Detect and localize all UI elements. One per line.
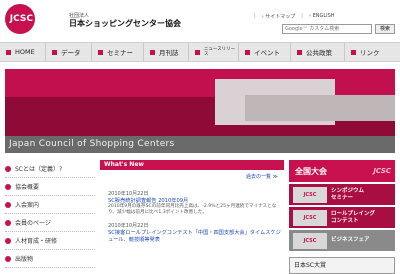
news-date: 2010年10月22日 — [108, 223, 149, 229]
english-link[interactable]: › ENGLISH — [309, 13, 335, 20]
sidebar: SCとは（定義）? 協会概要 入会案内 会員のページ 人材育成・研修 出版物 — [5, 160, 95, 268]
news-title-link[interactable]: SC販売統計調査報告 2010年09月 — [108, 197, 284, 204]
banner-mini-mark: JCSC — [293, 232, 327, 249]
banner-mini-mark: JCSC — [293, 186, 327, 203]
nav-link[interactable]: リンク — [345, 43, 400, 61]
banner-symposium[interactable]: JCSC シンポジウム セミナー — [289, 184, 395, 205]
header: JCSC 社団法人 日本ショッピングセンター協会 | › サイトマップ | › … — [0, 0, 400, 38]
search-button[interactable]: 検索 — [375, 24, 395, 34]
square-icon — [195, 49, 200, 55]
nav-data[interactable]: データ — [46, 43, 92, 61]
sidebar-item-publications[interactable]: 出版物 — [5, 250, 95, 268]
news-item: 2010年10月22日 SC接客ロールプレイングコンテスト「中国・四国支部大会」… — [108, 222, 284, 243]
sitemap-label: サイトマップ — [265, 14, 296, 20]
logo-text: JCSC — [9, 14, 33, 24]
divider: | — [254, 13, 256, 19]
arrow-icon — [5, 201, 11, 208]
nav-label: 月刊誌 — [159, 49, 179, 57]
sc-award-banner[interactable]: 日本SC大賞 — [289, 257, 395, 274]
news-archive-link[interactable]: 過去の一覧 ≫ — [246, 173, 278, 180]
sidebar-label: 入会案内 — [15, 202, 40, 209]
sitemap-link[interactable]: › サイトマップ — [262, 13, 296, 20]
nav-news-release[interactable]: ニュースリリース — [189, 43, 239, 61]
square-icon — [351, 49, 356, 55]
arrow-icon: › — [308, 13, 311, 19]
banner-label: 全国大会 — [295, 166, 327, 176]
arrow-icon — [5, 219, 11, 226]
sidebar-label: 会員のページ — [15, 220, 51, 227]
english-label: ENGLISH — [312, 13, 335, 19]
banner-label: ビジネスフェア — [331, 237, 370, 243]
right-banners: 全国大会 JCSC JCSC シンポジウム セミナー JCSC ロールプレイングコ… — [289, 160, 395, 274]
hero-image-block — [245, 95, 395, 121]
news-item: 2010年10月22日 SC販売統計調査報告 2010年09月 2010年9月の… — [108, 190, 284, 216]
search-input[interactable]: Google™ カスタム検索 — [282, 24, 372, 34]
banner-label: ロールプレイング コンテスト — [331, 210, 376, 224]
org-name: 日本ショッピングセンター協会 — [69, 19, 181, 28]
sidebar-item-join[interactable]: 入会案内 — [5, 196, 95, 214]
sidebar-label: SCとは（定義）? — [15, 166, 63, 173]
nav-label: データ — [61, 49, 81, 57]
nav-label: セミナー — [107, 49, 133, 57]
square-icon — [52, 49, 57, 55]
arrow-icon: › — [261, 14, 264, 20]
divider: | — [301, 13, 303, 19]
news-date: 2010年10月22日 — [108, 191, 149, 197]
banner-mini-mark: JCSC — [373, 167, 391, 175]
banner-roleplay[interactable]: JCSC ロールプレイング コンテスト — [289, 207, 395, 228]
nav-label: ニュースリリース — [203, 47, 236, 57]
news-panel: What's New 過去の一覧 ≫ 2010年10月22日 SC販売統計調査報… — [100, 160, 284, 259]
nav-home[interactable]: HOME — [0, 43, 46, 61]
square-icon — [297, 49, 302, 55]
sidebar-item-members[interactable]: 会員のページ — [5, 214, 95, 232]
sidebar-item-training[interactable]: 人材育成・研修 — [5, 232, 95, 250]
nav-policy[interactable]: 公共政策 — [291, 43, 345, 61]
nav-monthly[interactable]: 月刊誌 — [144, 43, 189, 61]
banner-business-fair[interactable]: JCSC ビジネスフェア — [289, 230, 395, 251]
arrow-icon — [5, 237, 11, 244]
nav-event[interactable]: イベント — [239, 43, 291, 61]
main-nav: HOME データ セミナー 月刊誌 ニュースリリース イベント 公共政策 リンク — [0, 42, 400, 62]
sidebar-label: 協会概要 — [15, 184, 40, 191]
logo-mark[interactable]: JCSC — [5, 4, 35, 34]
sidebar-label: 人材育成・研修 — [15, 238, 58, 245]
news-list: 2010年10月22日 SC販売統計調査報告 2010年09月 2010年9月の… — [100, 170, 284, 243]
banner-label: シンポジウム セミナー — [331, 187, 365, 201]
news-text: 2010年9月の既存SCの前年同月比売上高は、-2.9%と25ヶ月連続でマイナス… — [108, 204, 277, 215]
top-links: | › サイトマップ | › ENGLISH — [254, 13, 335, 20]
nav-label: リンク — [360, 49, 380, 57]
nav-label: 公共政策 — [306, 49, 332, 57]
arrow-icon — [5, 165, 11, 172]
square-icon — [6, 49, 11, 55]
hero-caption: Japan Council of Shopping Centers — [5, 136, 395, 153]
nav-label: イベント — [254, 49, 280, 57]
banner-mini-mark: JCSC — [293, 209, 327, 226]
news-header: What's New — [100, 160, 284, 170]
sidebar-item-about[interactable]: 協会概要 — [5, 178, 95, 196]
square-icon — [150, 49, 155, 55]
nav-seminar[interactable]: セミナー — [92, 43, 144, 61]
square-icon — [98, 49, 103, 55]
sidebar-item-definition[interactable]: SCとは（定義）? — [5, 160, 95, 178]
nav-label: HOME — [15, 48, 35, 56]
national-convention-banner[interactable]: 全国大会 JCSC — [289, 160, 395, 182]
news-title-link[interactable]: SC接客ロールプレイングコンテスト「中国・四国支部大会」タイムスケジュール、競技… — [108, 229, 284, 243]
square-icon — [245, 49, 250, 55]
arrow-icon — [5, 183, 11, 190]
